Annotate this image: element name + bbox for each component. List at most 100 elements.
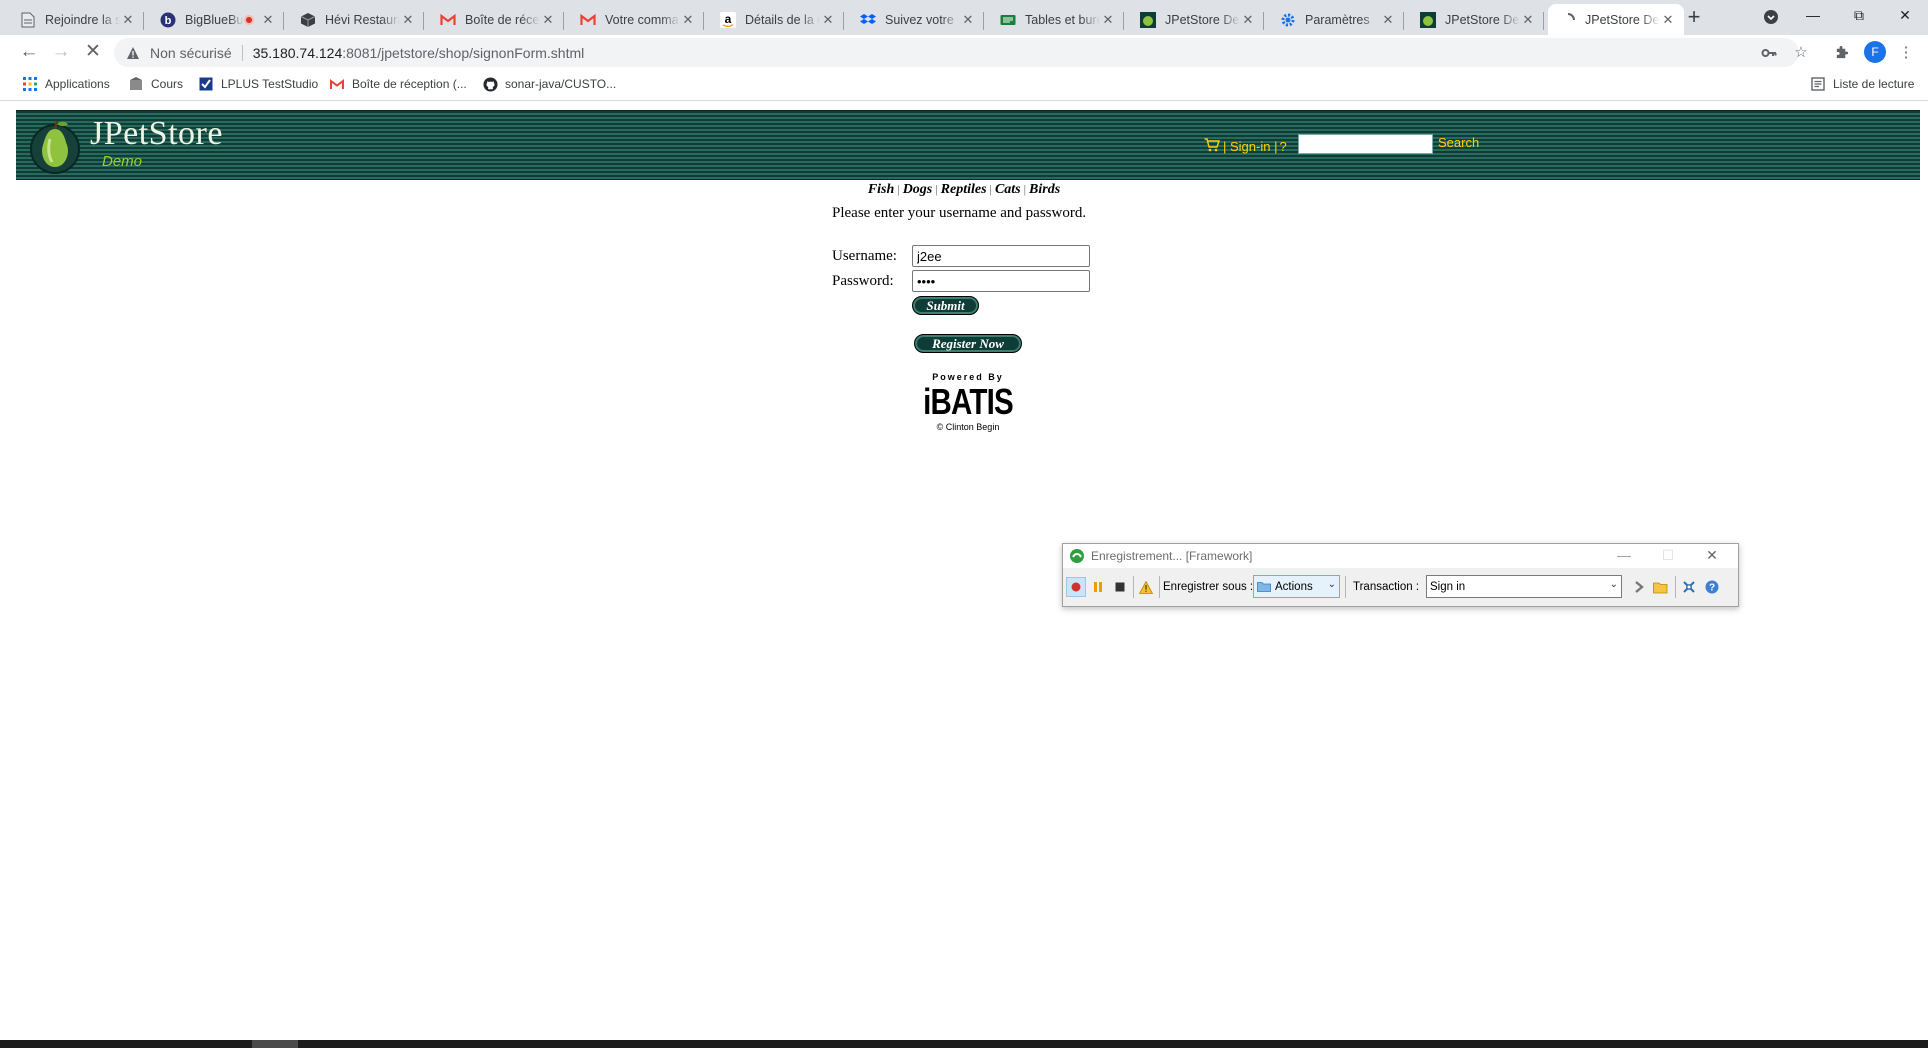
- tab-separator: [423, 12, 424, 30]
- sign-in-link[interactable]: | Sign-in |: [1223, 139, 1277, 154]
- new-tab-button[interactable]: +: [1680, 6, 1708, 30]
- menu-kebab-icon[interactable]: ⋮: [1895, 42, 1917, 64]
- separator: [1675, 576, 1676, 598]
- save-under-value: Actions: [1275, 580, 1313, 593]
- profile-avatar[interactable]: F: [1864, 41, 1886, 63]
- bookmark-sonar-java[interactable]: sonar-java/CUSTO...: [482, 76, 616, 92]
- close-tab-icon[interactable]: ✕: [540, 12, 556, 28]
- password-row: Password:: [832, 270, 1090, 292]
- category-link-fish[interactable]: Fish: [868, 182, 894, 197]
- close-tab-icon[interactable]: ✕: [400, 12, 416, 28]
- bookmark-star-icon[interactable]: ☆: [1790, 42, 1812, 64]
- recorder-title: Enregistrement... [Framework]: [1091, 549, 1253, 563]
- save-under-dropdown[interactable]: Actions ⌄: [1253, 575, 1340, 598]
- jpetstore-logo-title[interactable]: JPetStore: [90, 115, 223, 153]
- key-icon[interactable]: [1758, 42, 1780, 64]
- save-under-label: Enregistrer sous :: [1163, 581, 1254, 593]
- username-row: Username:: [832, 245, 1090, 267]
- open-folder-icon[interactable]: [1651, 577, 1671, 597]
- transaction-label: Transaction :: [1353, 581, 1420, 593]
- stop-loading-button[interactable]: ✕: [80, 40, 106, 66]
- category-link-birds[interactable]: Birds: [1029, 182, 1060, 197]
- tab-title: BigBlueBu: [185, 12, 244, 27]
- browser-tab[interactable]: JPetStore Dem✕: [1548, 4, 1684, 35]
- browser-tab[interactable]: Boîte de récep ✕: [428, 4, 564, 35]
- back-button[interactable]: ←: [16, 40, 42, 66]
- bigbluebutton-icon: b: [160, 12, 176, 28]
- close-window-button[interactable]: ✕: [1882, 0, 1928, 32]
- security-label[interactable]: Non sécurisé: [150, 45, 232, 61]
- restore-button[interactable]: ⧉: [1836, 0, 1882, 32]
- bookmark-gmail-inbox[interactable]: Boîte de réception (...: [329, 76, 467, 92]
- register-now-button[interactable]: Register Now: [914, 334, 1022, 353]
- close-tab-icon[interactable]: ✕: [1660, 12, 1676, 28]
- apps-grid-icon: [22, 76, 38, 92]
- tab-title: Paramètres: [1305, 12, 1370, 27]
- reading-list-button[interactable]: Liste de lecture: [1810, 76, 1914, 92]
- close-tab-icon[interactable]: ✕: [1520, 12, 1536, 28]
- chevron-down-icon: ⌄: [1327, 579, 1336, 590]
- tab-search-icon[interactable]: [1748, 0, 1794, 32]
- browser-tab[interactable]: JPetStore Dem✕: [1128, 4, 1264, 35]
- close-tab-icon[interactable]: ✕: [960, 12, 976, 28]
- recorder-titlebar[interactable]: Enregistrement... [Framework] — ☐ ✕: [1063, 544, 1738, 568]
- tab-strip: Rejoindre la s ✕ b BigBlueBu ✕ Hévi Restaura ✕…: [0, 0, 1928, 35]
- close-tab-icon[interactable]: ✕: [820, 12, 836, 28]
- bookmark-lplus-teststudio[interactable]: LPLUS TestStudio: [198, 76, 318, 92]
- browser-tab[interactable]: Rejoindre la s ✕: [8, 4, 144, 35]
- browser-tab[interactable]: b BigBlueBu ✕: [148, 4, 284, 35]
- jpetstore-logo-icon[interactable]: [30, 117, 80, 175]
- category-nav: Fish | Dogs | Reptiles | Cats | Birds: [0, 182, 1928, 198]
- browser-tab[interactable]: JPetStore Dem✕: [1408, 4, 1544, 35]
- browser-tab[interactable]: Paramètres ✕: [1268, 4, 1404, 35]
- cart-icon[interactable]: [1204, 137, 1220, 155]
- help-link[interactable]: ?: [1279, 139, 1286, 154]
- bookmark-applications[interactable]: Applications: [22, 76, 110, 92]
- submit-button[interactable]: Submit: [912, 296, 979, 315]
- browser-tab[interactable]: a Détails de la c ✕: [708, 4, 844, 35]
- forward-button[interactable]: →: [48, 40, 74, 66]
- close-tab-icon[interactable]: ✕: [260, 12, 276, 28]
- username-input[interactable]: [912, 245, 1090, 267]
- recorder-maximize-button[interactable]: ☐: [1648, 546, 1688, 566]
- close-tab-icon[interactable]: ✕: [120, 12, 136, 28]
- transaction-dropdown[interactable]: Sign in ⌄: [1426, 575, 1622, 598]
- record-icon[interactable]: [1066, 577, 1086, 597]
- bookmark-cours[interactable]: Cours: [128, 76, 183, 92]
- extensions-icon[interactable]: [1830, 42, 1852, 64]
- close-tab-icon[interactable]: ✕: [1240, 12, 1256, 28]
- stop-icon[interactable]: [1110, 577, 1130, 597]
- pause-icon[interactable]: [1088, 577, 1108, 597]
- separator: [1345, 576, 1346, 598]
- recorder-close-button[interactable]: ✕: [1692, 546, 1732, 566]
- category-link-cats[interactable]: Cats: [995, 182, 1021, 197]
- warning-triangle-icon[interactable]: [1136, 577, 1156, 597]
- minimize-button[interactable]: —: [1790, 0, 1836, 32]
- search-link[interactable]: Search: [1438, 135, 1479, 150]
- browser-tab[interactable]: Hévi Restaura ✕: [288, 4, 424, 35]
- browser-tab[interactable]: Votre comma ✕: [568, 4, 704, 35]
- warning-icon[interactable]: [126, 46, 140, 60]
- tab-separator: [143, 12, 144, 30]
- settings-icon[interactable]: [1679, 577, 1699, 597]
- search-input[interactable]: [1298, 134, 1433, 154]
- category-link-dogs[interactable]: Dogs: [903, 182, 933, 197]
- recorder-minimize-button[interactable]: —: [1604, 546, 1644, 566]
- username-label: Username:: [832, 247, 897, 264]
- browser-tab[interactable]: Suivez votre ✕: [848, 4, 984, 35]
- chevron-right-icon[interactable]: [1629, 577, 1649, 597]
- jpetstore-icon: [1140, 11, 1156, 28]
- taskbar-item[interactable]: [252, 1040, 298, 1048]
- close-tab-icon[interactable]: ✕: [1100, 12, 1116, 28]
- tab-separator: [983, 12, 984, 30]
- close-tab-icon[interactable]: ✕: [1380, 12, 1396, 28]
- svg-text:b: b: [165, 15, 172, 27]
- browser-tab[interactable]: Tables et bure ✕: [988, 4, 1124, 35]
- reading-list-label: Liste de lecture: [1833, 77, 1915, 91]
- close-tab-icon[interactable]: ✕: [680, 12, 696, 28]
- tab-title: Suivez votre: [885, 12, 954, 27]
- password-input[interactable]: [912, 270, 1090, 292]
- category-link-reptiles[interactable]: Reptiles: [941, 182, 987, 197]
- address-bar[interactable]: Non sécurisé 35.180.74.124:8081/jpetstor…: [114, 38, 1799, 67]
- help-icon[interactable]: ?: [1702, 577, 1722, 597]
